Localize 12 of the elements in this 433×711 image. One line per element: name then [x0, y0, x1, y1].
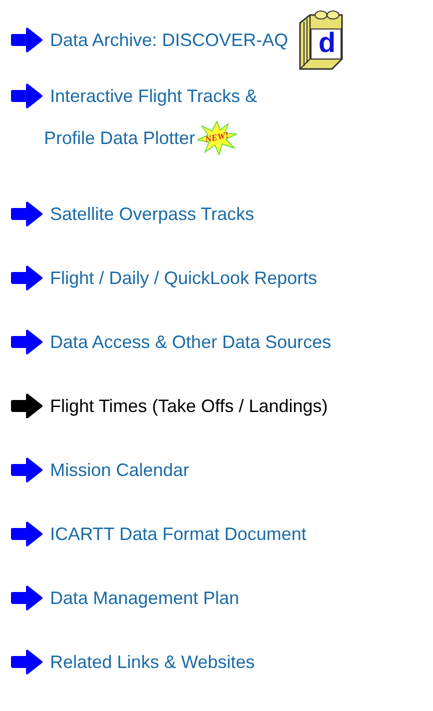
nav-link[interactable]: Profile Data Plotter [44, 124, 196, 152]
nav-link[interactable]: Mission Calendar [50, 456, 190, 484]
nav-link[interactable]: Data Access & Other Data Sources [50, 328, 332, 356]
nav-link[interactable]: Flight / Daily / QuickLook Reports [50, 264, 318, 292]
nav-link[interactable]: ICARTT Data Format Document [50, 520, 306, 548]
nav-link[interactable]: Satellite Overpass Tracks [50, 200, 254, 228]
nav-link[interactable]: Data Archive: DISCOVER-AQ [50, 26, 288, 54]
nav-link[interactable]: Related Links & Websites [50, 648, 255, 676]
new-badge: NEW! [197, 121, 238, 155]
nav-link[interactable]: Data Management Plan [50, 584, 240, 612]
nav-link[interactable]: Flight Times (Take Offs / Landings) [50, 392, 328, 420]
nav-link[interactable]: Interactive Flight Tracks & [50, 82, 258, 110]
